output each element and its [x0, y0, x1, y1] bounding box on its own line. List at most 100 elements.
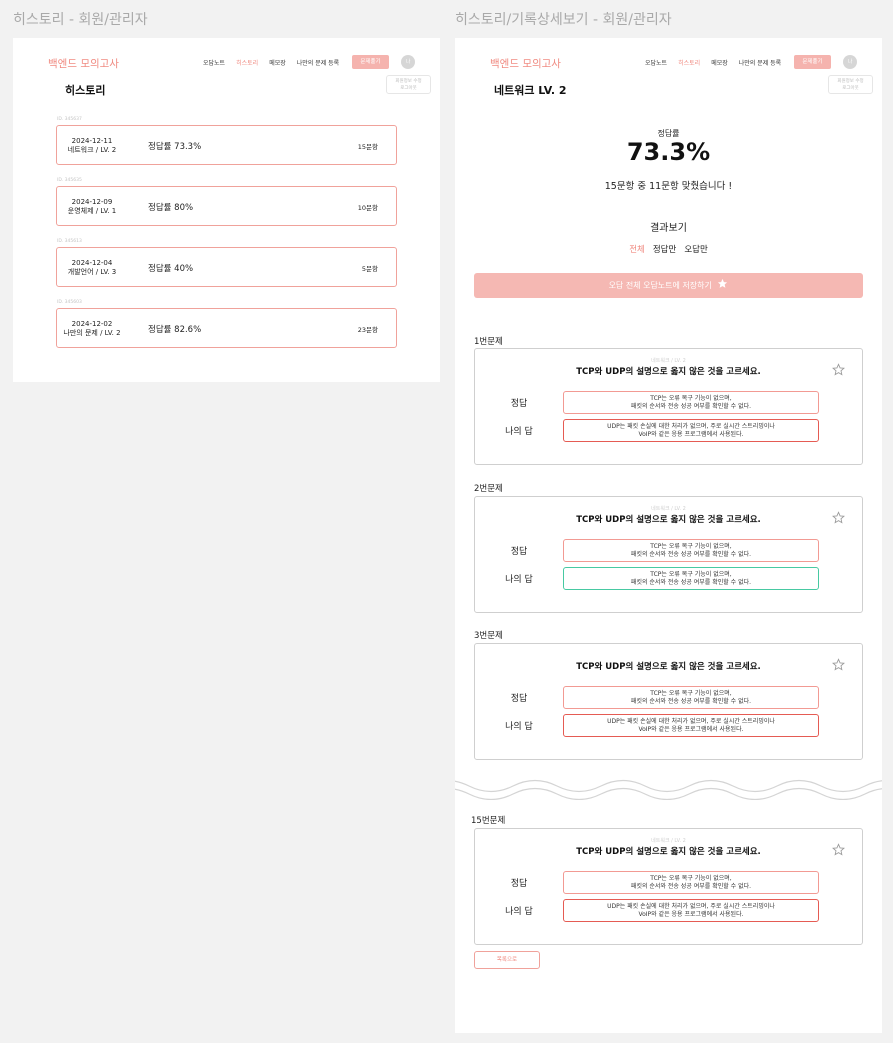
nav-my-questions[interactable]: 나만의 문제 등록: [739, 58, 781, 67]
filter-wrong[interactable]: 오답만: [684, 243, 707, 255]
save-wrong-label: 오답 전체 오답노트에 저장하기: [608, 281, 712, 290]
history-detail-page: 백엔드 모의고사 오답노트 히스토리 메모장 나만의 문제 등록 문제풀기 나 …: [455, 38, 882, 1033]
correct-answer-box: TCP는 오류 복구 기능이 없으며, 패킷의 순서와 전송 성공 여부를 확인…: [563, 391, 819, 414]
history-count: 23문항: [357, 326, 378, 334]
question-level: 네트워크 / LV. 2: [651, 506, 686, 512]
history-date-block: 2024-12-09 운영체제 / LV. 1: [57, 198, 127, 216]
answer-line: 패킷의 순서와 전송 성공 여부를 확인할 수 없다.: [630, 551, 752, 558]
answer-line: VoIP와 같은 응용 프로그램에서 사용된다.: [638, 911, 744, 918]
star-icon[interactable]: [832, 658, 845, 671]
history-count: 10문항: [357, 204, 378, 212]
my-answer-box: TCP는 오류 복구 기능이 없으며, 패킷의 순서와 전송 성공 여부를 확인…: [563, 567, 819, 590]
nav-history[interactable]: 히스토리: [236, 58, 258, 67]
answer-line: UDP는 패킷 손실에 대한 처리가 없으며, 주로 실시간 스트리밍이나: [607, 903, 775, 910]
wavy-divider: [455, 779, 882, 800]
history-card[interactable]: 2024-12-04 개발언어 / LV. 3 정답률 40% 5문항: [56, 247, 397, 287]
page-title: 히스토리: [65, 84, 106, 97]
main-nav: 오답노트 히스토리 메모장 나만의 문제 등록: [645, 58, 792, 67]
correct-answer-box: TCP는 오류 복구 기능이 없으며, 패킷의 순서와 전송 성공 여부를 확인…: [563, 539, 819, 562]
star-icon[interactable]: [832, 843, 845, 856]
answer-label: 정답: [510, 399, 528, 409]
answer-line: 패킷의 순서와 전송 성공 여부를 확인할 수 없다.: [630, 403, 752, 410]
question-level: 네트워크 / LV. 2: [651, 358, 686, 364]
nav-history[interactable]: 히스토리: [678, 58, 700, 67]
answer-line: 패킷의 순서와 전송 성공 여부를 확인할 수 없다.: [630, 579, 752, 586]
history-category: 나만의 문제 / LV. 2: [63, 329, 121, 337]
logo[interactable]: 백엔드 모의고사: [48, 56, 119, 71]
result-filter: 전체 정답만 오답만: [455, 243, 882, 255]
question-text: TCP와 UDP의 설명으로 옳지 않은 것을 고르세요.: [576, 662, 761, 672]
answer-line: 패킷의 순서와 전송 성공 여부를 확인할 수 없다.: [630, 698, 752, 705]
nav-my-questions[interactable]: 나만의 문제 등록: [297, 58, 339, 67]
question-text: TCP와 UDP의 설명으로 옳지 않은 것을 고르세요.: [576, 515, 761, 525]
question-card: 네트워크 / LV. 2 TCP와 UDP의 설명으로 옳지 않은 것을 고르세…: [474, 496, 863, 613]
history-id: ID. 345637: [57, 117, 82, 122]
logout-link[interactable]: 로그아웃: [829, 85, 872, 92]
history-count: 5문항: [361, 265, 378, 273]
history-date-block: 2024-12-04 개발언어 / LV. 3: [57, 259, 127, 277]
question-text: TCP와 UDP의 설명으로 옳지 않은 것을 고르세요.: [576, 367, 761, 377]
star-icon[interactable]: [832, 511, 845, 524]
avatar[interactable]: 나: [401, 55, 415, 69]
nav-memo[interactable]: 메모장: [269, 58, 286, 67]
history-rate: 정답률 73.3%: [148, 142, 202, 152]
my-answer-box: UDP는 패킷 손실에 대한 처리가 없으며, 주로 실시간 스트리밍이나 Vo…: [563, 899, 819, 922]
logout-link[interactable]: 로그아웃: [387, 85, 430, 92]
my-answer-label: 나의 답: [505, 722, 533, 732]
back-to-list-button[interactable]: 목록으로: [474, 951, 540, 969]
history-date-block: 2024-12-11 네트워크 / LV. 2: [57, 137, 127, 155]
history-id: ID. 345613: [57, 239, 82, 244]
history-card[interactable]: 2024-12-02 나만의 문제 / LV. 2 정답률 82.6% 23문항: [56, 308, 397, 348]
question-number: 3번문제: [474, 631, 503, 641]
avatar[interactable]: 나: [843, 55, 857, 69]
user-popup: 회원정보 수정 로그아웃: [386, 75, 431, 94]
answer-line: UDP는 패킷 손실에 대한 처리가 없으며, 주로 실시간 스트리밍이나: [607, 718, 775, 725]
question-text: TCP와 UDP의 설명으로 옳지 않은 것을 고르세요.: [576, 847, 761, 857]
history-count: 15문항: [357, 143, 378, 151]
filter-all[interactable]: 전체: [629, 243, 645, 255]
correct-answer-box: TCP는 오류 복구 기능이 없으며, 패킷의 순서와 전송 성공 여부를 확인…: [563, 871, 819, 894]
answer-line: 패킷의 순서와 전송 성공 여부를 확인할 수 없다.: [630, 883, 752, 890]
answer-line: TCP는 오류 복구 기능이 없으며,: [650, 543, 732, 550]
question-number: 1번문제: [474, 337, 503, 347]
logo[interactable]: 백엔드 모의고사: [490, 56, 561, 71]
answer-line: UDP는 패킷 손실에 대한 처리가 없으며, 주로 실시간 스트리밍이나: [607, 423, 775, 430]
edit-profile-link[interactable]: 회원정보 수정: [387, 78, 430, 85]
answer-label: 정답: [510, 879, 528, 889]
question-card: TCP와 UDP의 설명으로 옳지 않은 것을 고르세요. 정답 TCP는 오류…: [474, 643, 863, 760]
solve-button[interactable]: 문제풀기: [352, 55, 389, 69]
correct-answer-box: TCP는 오류 복구 기능이 없으며, 패킷의 순서와 전송 성공 여부를 확인…: [563, 686, 819, 709]
history-rate: 정답률 40%: [148, 264, 194, 274]
history-id: ID. 345603: [57, 300, 82, 305]
nav-memo[interactable]: 메모장: [711, 58, 728, 67]
history-date: 2024-12-02: [71, 320, 113, 328]
question-card: 네트워크 / LV. 2 TCP와 UDP의 설명으로 옳지 않은 것을 고르세…: [474, 348, 863, 465]
history-category: 개발언어 / LV. 3: [67, 268, 117, 276]
filter-correct[interactable]: 정답만: [653, 243, 676, 255]
user-popup: 회원정보 수정 로그아웃: [828, 75, 873, 94]
answer-line: VoIP와 같은 응용 프로그램에서 사용된다.: [638, 431, 744, 438]
history-date: 2024-12-04: [71, 259, 113, 267]
nav-wrong-note[interactable]: 오답노트: [203, 58, 225, 67]
history-page: 백엔드 모의고사 오답노트 히스토리 메모장 나만의 문제 등록 문제풀기 나 …: [13, 38, 440, 382]
result-summary: 15문항 중 11문항 맞췄습니다 !: [604, 181, 733, 192]
history-date: 2024-12-11: [71, 137, 113, 145]
save-wrong-button[interactable]: 오답 전체 오답노트에 저장하기: [474, 273, 863, 298]
edit-profile-link[interactable]: 회원정보 수정: [829, 78, 872, 85]
my-answer-box: UDP는 패킷 손실에 대한 처리가 없으며, 주로 실시간 스트리밍이나 Vo…: [563, 714, 819, 737]
solve-button[interactable]: 문제풀기: [794, 55, 831, 69]
my-answer-label: 나의 답: [505, 575, 533, 585]
my-answer-label: 나의 답: [505, 427, 533, 437]
history-rate: 정답률 82.6%: [148, 325, 202, 335]
history-date: 2024-12-09: [71, 198, 113, 206]
star-icon[interactable]: [832, 363, 845, 376]
history-card[interactable]: 2024-12-09 운영체제 / LV. 1 정답률 80% 10문항: [56, 186, 397, 226]
question-number: 2번문제: [474, 484, 503, 494]
nav-wrong-note[interactable]: 오답노트: [645, 58, 667, 67]
answer-line: VoIP와 같은 응용 프로그램에서 사용된다.: [638, 726, 744, 733]
history-id: ID. 345635: [57, 178, 82, 183]
my-answer-box: UDP는 패킷 손실에 대한 처리가 없으며, 주로 실시간 스트리밍이나 Vo…: [563, 419, 819, 442]
history-card[interactable]: 2024-12-11 네트워크 / LV. 2 정답률 73.3% 15문항: [56, 125, 397, 165]
history-date-block: 2024-12-02 나만의 문제 / LV. 2: [57, 320, 127, 338]
answer-label: 정답: [510, 547, 528, 557]
